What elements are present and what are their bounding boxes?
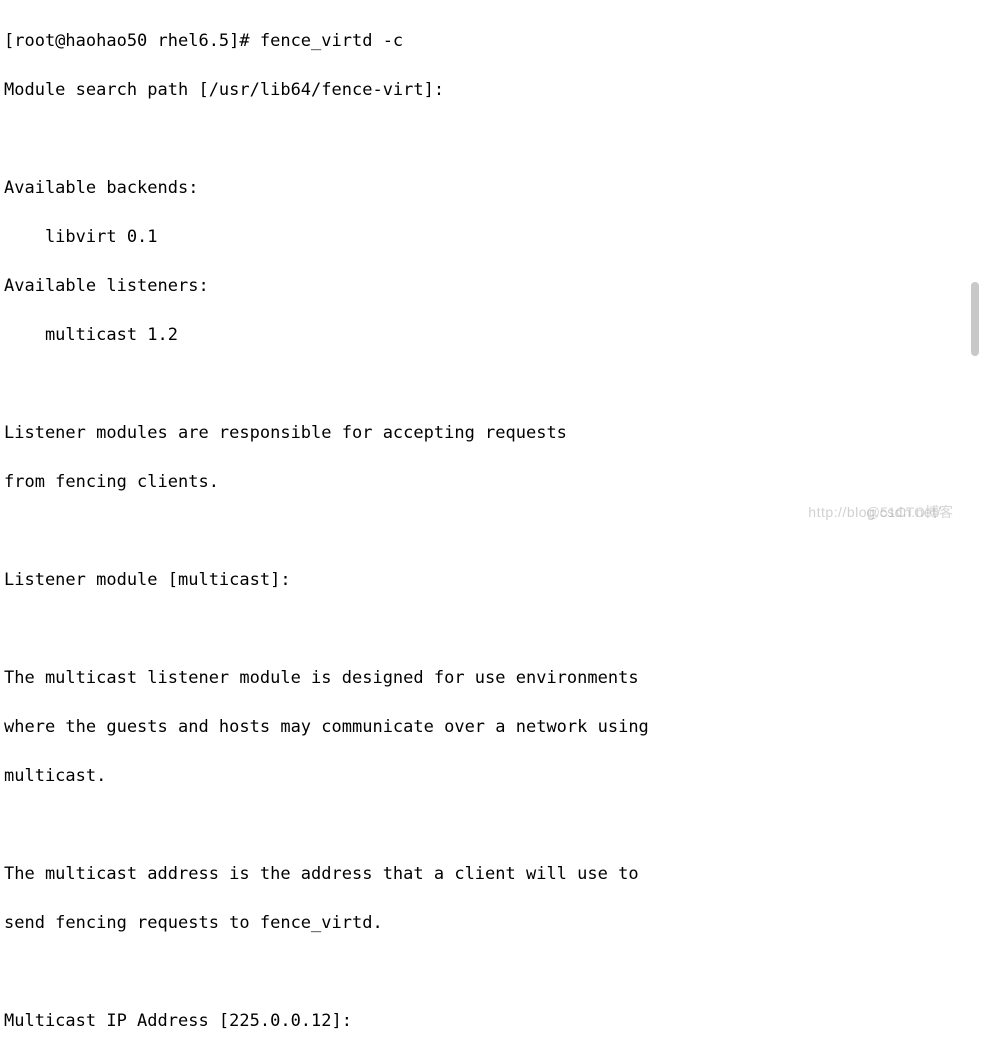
terminal-line: send fencing requests to fence_virtd. [4, 911, 977, 936]
watermark-text-overlay: @51CTO博客 [866, 500, 953, 525]
terminal-line: [root@haohao50 rhel6.5]# fence_virtd -c [4, 29, 977, 54]
terminal-line: from fencing clients. [4, 470, 977, 495]
terminal-line: Listener module [multicast]: [4, 568, 977, 593]
terminal-line: where the guests and hosts may communica… [4, 715, 977, 740]
terminal-line: The multicast listener module is designe… [4, 666, 977, 691]
terminal-line: Multicast IP Address [225.0.0.12]: [4, 1009, 977, 1034]
terminal-line: Module search path [/usr/lib64/fence-vir… [4, 78, 977, 103]
terminal-line: Available backends: [4, 176, 977, 201]
terminal-line [4, 127, 977, 152]
terminal-line: multicast 1.2 [4, 323, 977, 348]
terminal-line: The multicast address is the address tha… [4, 862, 977, 887]
terminal-line: multicast. [4, 764, 977, 789]
terminal-output[interactable]: [root@haohao50 rhel6.5]# fence_virtd -c … [0, 0, 981, 1060]
scrollbar-track[interactable] [970, 0, 980, 530]
terminal-line [4, 617, 977, 642]
terminal-line: Listener modules are responsible for acc… [4, 421, 977, 446]
terminal-line [4, 372, 977, 397]
terminal-line: Available listeners: [4, 274, 977, 299]
scrollbar-thumb[interactable] [971, 282, 979, 356]
terminal-line [4, 813, 977, 838]
terminal-line [4, 960, 977, 985]
terminal-line: libvirt 0.1 [4, 225, 977, 250]
